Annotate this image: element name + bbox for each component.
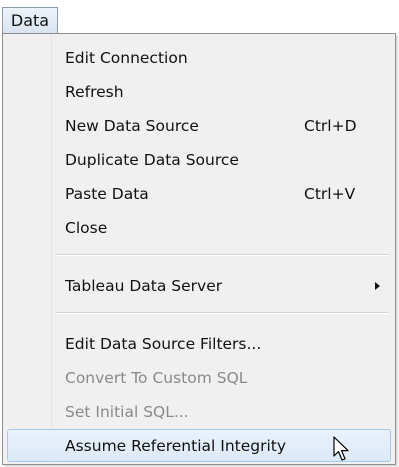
menu-item-label: Close [65,219,108,237]
menu-item-label: Edit Data Source Filters... [65,335,262,353]
mouse-pointer-icon [333,436,349,461]
menu-item-label: Duplicate Data Source [65,151,239,169]
menu-item-label: Set Initial SQL... [65,403,189,421]
menu-item-refresh[interactable]: Refresh [7,76,391,109]
application-window: Data Edit Connection Refresh New Data So… [0,0,399,467]
menu-separator [55,254,389,256]
submenu-arrow-icon [375,282,380,290]
menu-item-edit-data-source-filters[interactable]: Edit Data Source Filters... [7,328,391,361]
menu-item-new-data-source[interactable]: New Data Source Ctrl+D [7,110,391,143]
menu-item-label: Assume Referential Integrity [65,437,287,455]
menu-item-duplicate-data-source[interactable]: Duplicate Data Source [7,144,391,177]
menu-item-tableau-data-server[interactable]: Tableau Data Server [7,270,391,303]
menu-item-paste-data[interactable]: Paste Data Ctrl+V [7,178,391,211]
menu-item-convert-to-custom-sql: Convert To Custom SQL [7,362,391,395]
menu-item-label: Refresh [65,83,124,101]
menu-data[interactable]: Data [2,7,58,34]
menu-item-label: Convert To Custom SQL [65,369,248,387]
data-dropdown-menu: Edit Connection Refresh New Data Source … [2,33,396,465]
shortcut-label: Ctrl+V [304,185,356,203]
menu-item-set-initial-sql: Set Initial SQL... [7,396,391,429]
menu-item-label: New Data Source [65,117,199,135]
menu-separator [55,312,389,314]
menu-item-close[interactable]: Close [7,212,391,245]
shortcut-label: Ctrl+D [304,117,357,135]
menu-item-label: Edit Connection [65,49,188,67]
menu-item-edit-connection[interactable]: Edit Connection [7,42,391,75]
menu-item-label: Paste Data [65,185,149,203]
menu-item-label: Tableau Data Server [65,277,223,295]
